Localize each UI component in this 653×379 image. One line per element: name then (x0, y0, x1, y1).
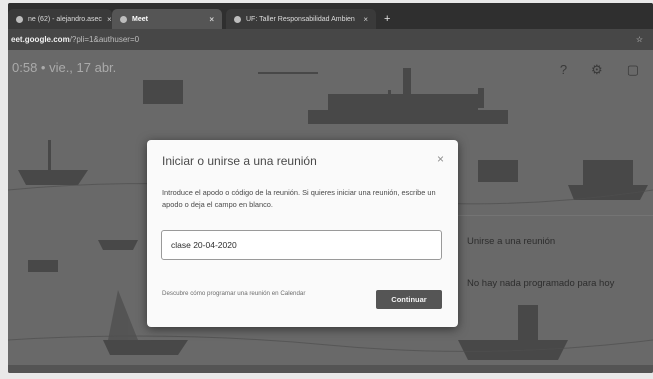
url-path: /?pli=1&authuser=0 (69, 35, 140, 44)
tab-label: ne (62) - alejandro.asec (28, 15, 102, 23)
close-tab-icon[interactable]: × (363, 15, 368, 24)
tab-favicon-icon (234, 15, 241, 23)
address-bar-icons: ☆ (636, 35, 653, 44)
star-icon[interactable]: ☆ (636, 35, 643, 44)
close-tab-icon[interactable]: × (209, 15, 214, 24)
join-meeting-dialog: Iniciar o unirse a una reunión × Introdu… (147, 140, 458, 327)
close-icon[interactable]: × (437, 152, 444, 166)
dialog-description: Introduce el apodo o código de la reunió… (162, 188, 436, 209)
address-bar[interactable]: eet.google.com/?pli=1&authuser=0 ☆ (8, 29, 653, 50)
browser-tab-active[interactable]: Meet × (112, 9, 222, 29)
dialog-title: Iniciar o unirse a una reunión (162, 154, 317, 168)
browser-tab[interactable]: ne (62) - alejandro.asec × (8, 9, 112, 29)
screen-frame: ne (62) - alejandro.asec × Meet × UF: Ta… (8, 3, 653, 373)
tab-label: Meet (132, 15, 148, 23)
meeting-code-input[interactable] (161, 230, 442, 260)
browser-tab-strip: ne (62) - alejandro.asec × Meet × UF: Ta… (8, 3, 653, 29)
tab-favicon-icon (16, 15, 23, 23)
browser-tab[interactable]: UF: Taller Responsabilidad Ambien × (226, 9, 376, 29)
meet-favicon-icon (120, 15, 127, 23)
url-text: eet.google.com/?pli=1&authuser=0 (11, 35, 139, 44)
new-tab-icon[interactable]: + (376, 13, 398, 29)
calendar-help-link[interactable]: Descubre cómo programar una reunión en C… (162, 290, 342, 298)
tab-label: UF: Taller Responsabilidad Ambien (246, 15, 355, 23)
url-domain: eet.google.com (11, 35, 70, 44)
close-tab-icon[interactable]: × (107, 15, 112, 24)
continue-button[interactable]: Continuar (376, 290, 442, 309)
